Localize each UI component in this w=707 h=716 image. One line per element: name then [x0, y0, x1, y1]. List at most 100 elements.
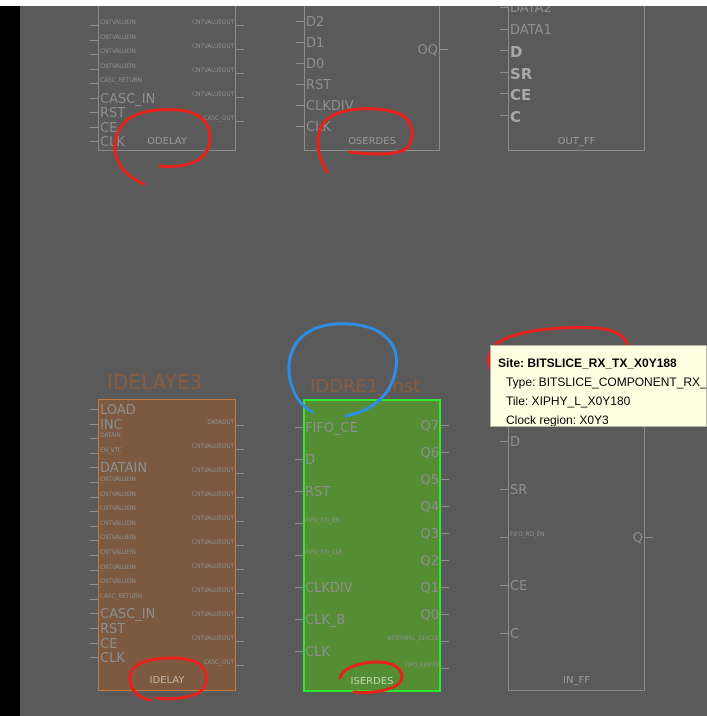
idelay-input-pin: EN_VTC — [100, 446, 122, 454]
odelay-pin-tick — [90, 68, 98, 70]
oserdes-pin-tick — [296, 21, 304, 22]
in_ff-input-pin: C — [510, 627, 520, 642]
idelay-pin-tick — [90, 628, 98, 629]
iserdes-input-pin: FIFO_CE — [305, 421, 358, 436]
idelay-pin-tick — [90, 584, 98, 586]
idelay-output-pin: CNTVALUEOUT — [192, 443, 234, 450]
idelay-pin-tick — [90, 496, 98, 498]
out_ff-input-pin: DATA1 — [510, 22, 552, 38]
iserdes-input-pin: FIFO_RD_EN — [305, 517, 340, 524]
iserdes-output-pin: Q7 — [420, 419, 439, 434]
idelay-label: IDELAY — [149, 675, 185, 686]
in_ff-pin-tick — [500, 585, 508, 586]
odelay-input-pin: CNTVALUEIN — [100, 33, 136, 41]
oserdes-input-pin: CLK — [306, 120, 331, 135]
idelay-output-pin: CASC_OUT — [203, 659, 235, 666]
in_ff-pin-tick — [645, 537, 653, 538]
iserdes-pin-tick — [441, 614, 449, 615]
window-left-border — [0, 6, 20, 716]
in_ff-pin-tick — [500, 537, 508, 538]
idelay-input-pin: CNTVALUEIN — [100, 505, 136, 513]
idelay-input-pin: CNTVALUEIN — [100, 534, 136, 542]
idelay-input-pin: CNTVALUEIN — [100, 563, 136, 571]
iserdes-input-pin: D — [305, 453, 316, 468]
odelay-pin-tick — [90, 97, 98, 99]
idelay-pin-tick — [90, 613, 98, 615]
idelay-output-pin: CNTVALUEOUT — [192, 515, 234, 522]
tooltip-type: Type: BITSLICE_COMPONENT_RX_TX — [506, 375, 707, 389]
idelay-input-pin: DATAIN — [100, 461, 148, 477]
idelay-pin-tick — [90, 569, 98, 571]
tooltip-clock-region: Clock region: X0Y3 — [506, 413, 609, 427]
idelay-pin-tick — [90, 525, 98, 527]
odelay-pin-tick — [90, 25, 98, 26]
oserdes-pin-tick — [296, 42, 304, 43]
idelay-input-pin: CE — [100, 636, 118, 652]
iserdes-pin-tick — [295, 587, 303, 588]
iserdes-pin-tick — [441, 425, 449, 426]
idelay-pin-tick — [90, 511, 98, 513]
out_ff-pin-tick — [500, 93, 508, 94]
tooltip-site: Site: BITSLICE_RX_TX_X0Y188 — [498, 356, 677, 370]
odelay-input-pin: CNTVALUEIN — [100, 48, 136, 55]
odelay-input-pin: CASC_RETURN — [100, 77, 142, 84]
idelay-input-pin: CASC_RETURN — [100, 592, 142, 600]
idelay-input-pin: CNTVALUEIN — [100, 476, 136, 483]
odelay-output-pin: CNTVALUEOUT — [192, 91, 234, 98]
idelay-output-pin: DATAOUT — [207, 419, 234, 426]
odelay-input-pin: CE — [100, 120, 118, 136]
iserdes-pin-tick — [441, 533, 449, 534]
iserdes-pin-tick — [441, 587, 449, 588]
iserdes-pin-tick — [441, 560, 449, 561]
idelay-pin-tick — [90, 409, 98, 410]
in_ff-input-pin: SR — [510, 483, 528, 498]
idelay-pin-tick — [236, 545, 244, 546]
iserdes-pin-tick — [441, 452, 449, 453]
oserdes-pin-tick — [296, 84, 304, 85]
idelay-input-pin: CNTVALUEIN — [100, 519, 136, 527]
idelay-pin-tick — [90, 657, 98, 659]
oserdes-pin-tick — [440, 49, 448, 50]
idelay-pin-tick — [90, 438, 98, 440]
idelay-pin-tick — [236, 641, 244, 642]
idelay-input-pin: CNTVALUEIN — [100, 578, 136, 586]
idelay-pin-tick — [236, 665, 244, 666]
iserdes-pin-tick — [441, 668, 449, 669]
idelay-output-pin: CNTVALUEOUT — [192, 539, 234, 546]
iserdes-output-pin: INTERNAL_DIVCLK — [387, 635, 439, 642]
odelay-output-pin: CASC_OUT — [203, 115, 235, 122]
idelay-input-pin: INC — [100, 417, 123, 433]
iserdes-pin-tick — [295, 555, 303, 556]
oserdes-label: OSERDES — [348, 136, 396, 147]
in_ff-input-pin: FIFO_RD_EN — [510, 531, 545, 538]
idelay-pin-tick — [90, 555, 98, 556]
odelay-output-pin: CNTVALUEOUT — [192, 67, 234, 74]
idelay-pin-tick — [90, 423, 98, 425]
odelay-pin-tick — [236, 49, 244, 50]
iserdes-pin-tick — [441, 479, 449, 480]
idelay-input-pin: LOAD — [100, 403, 136, 418]
iserdes-output-pin: Q4 — [420, 500, 439, 515]
odelay-pin-tick — [90, 126, 98, 128]
in-ff-label: IN_FF — [563, 675, 590, 686]
idelay-input-pin: CNTVALUEIN — [100, 490, 136, 498]
odelay-pin-tick — [236, 121, 244, 122]
iserdes-pin-tick — [295, 427, 303, 428]
odelay-pin-tick — [90, 112, 98, 113]
idelay-input-pin: DATAIN — [100, 432, 121, 440]
iserdes-pin-tick — [441, 506, 449, 507]
iserdes-output-pin: FIFO_EMPTY — [404, 662, 440, 669]
iserdes-output-pin: Q1 — [420, 581, 439, 596]
odelay-pin-tick — [236, 25, 244, 26]
in_ff-input-pin: CE — [510, 579, 528, 594]
in-ff-block[interactable]: IN_FF — [508, 399, 645, 691]
oserdes-input-pin: D0 — [306, 57, 325, 72]
oserdes-input-pin: CLKDIV — [306, 99, 354, 114]
idelay-input-pin: CNTVALUEIN — [100, 549, 136, 556]
tooltip-tile: Tile: XIPHY_L_X0Y180 — [506, 394, 631, 408]
iserdes-input-pin: CLKDIV — [305, 581, 353, 596]
iserdes-output-pin: Q3 — [420, 527, 439, 542]
iserdes-input-pin: RST — [305, 485, 331, 500]
oserdes-pin-tick — [296, 105, 304, 106]
idelay-input-pin: CASC_IN — [100, 607, 156, 623]
